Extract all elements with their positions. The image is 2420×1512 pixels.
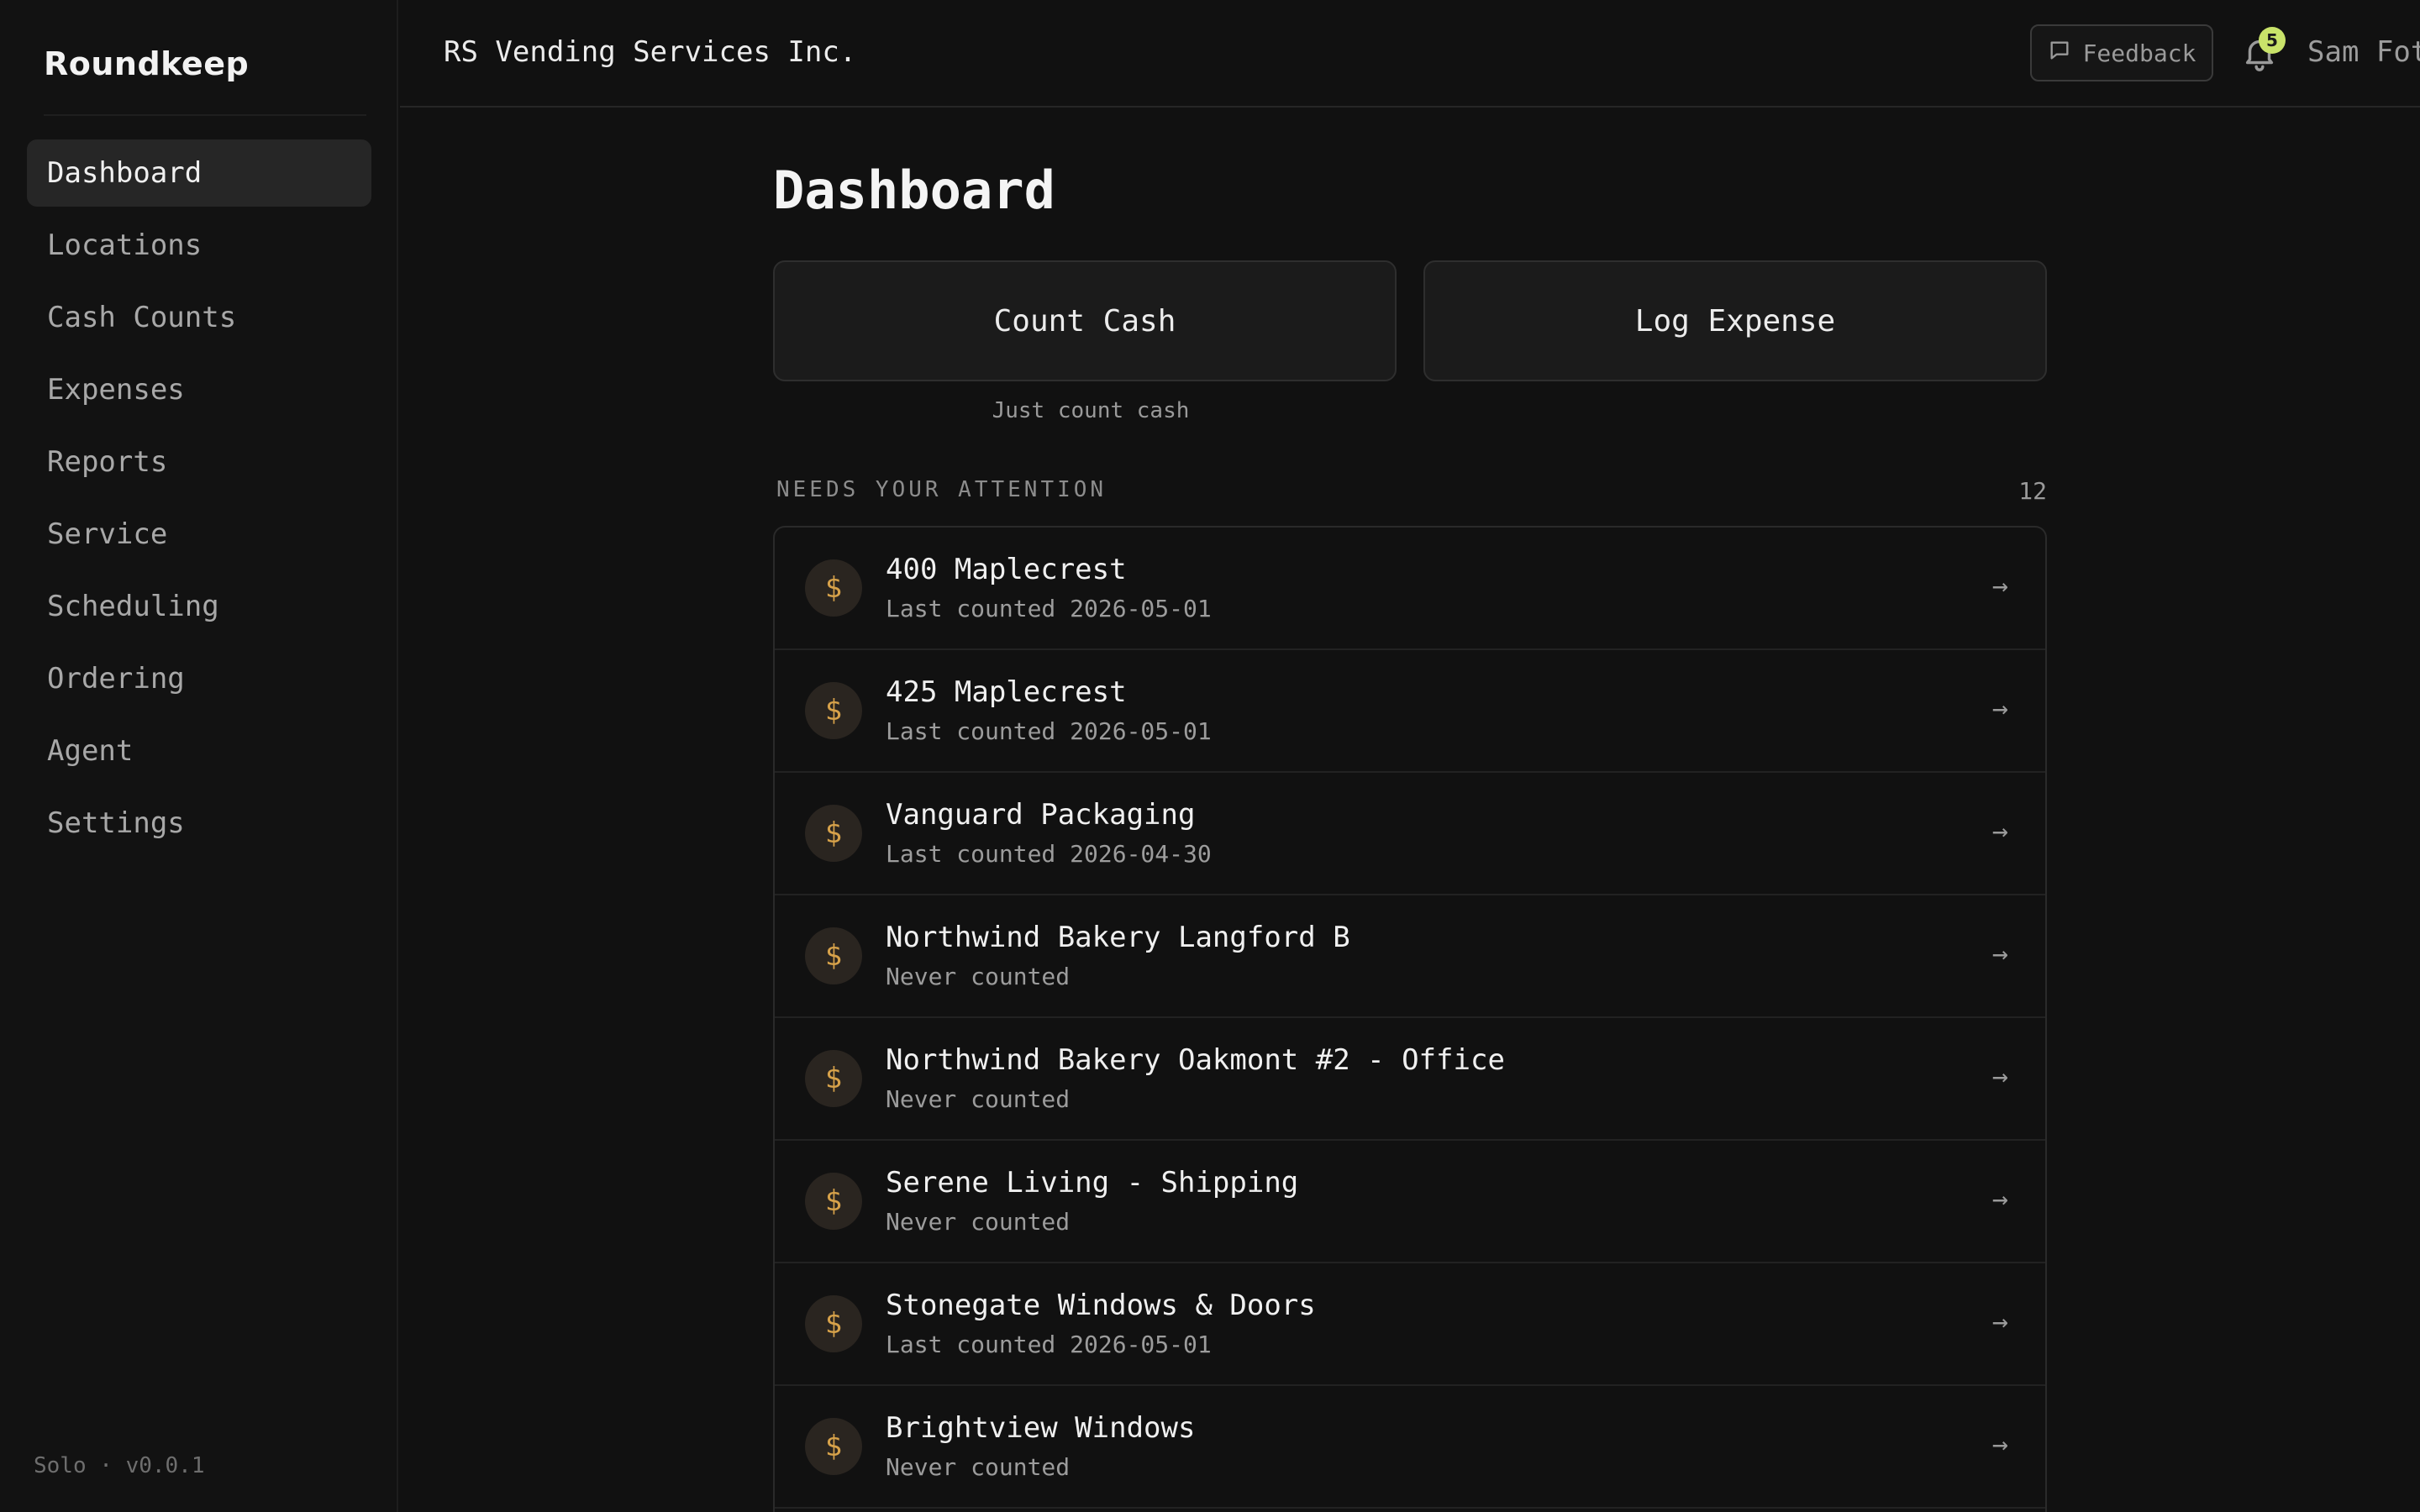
arrow-right-icon: → bbox=[1991, 1305, 2008, 1337]
sidebar-item-locations[interactable]: Locations bbox=[27, 212, 371, 279]
sidebar-item-agent[interactable]: Agent bbox=[27, 717, 371, 785]
list-item[interactable]: $ Stonegate Windows & Doors Last counted… bbox=[775, 1263, 2045, 1386]
notification-badge: 5 bbox=[2259, 27, 2286, 54]
sidebar-item-cash-counts[interactable]: Cash Counts bbox=[27, 284, 371, 351]
dollar-icon: $ bbox=[805, 927, 862, 984]
dollar-icon: $ bbox=[805, 1418, 862, 1475]
dollar-icon: $ bbox=[805, 1050, 862, 1107]
count-cash-button[interactable]: Count Cash bbox=[773, 260, 1397, 381]
dollar-icon: $ bbox=[805, 1295, 862, 1352]
list-item[interactable]: $ Northwind Bakery Langford B Never coun… bbox=[775, 895, 2045, 1018]
list-item[interactable]: $ 425 Maplecrest Last counted 2026-05-01… bbox=[775, 650, 2045, 773]
location-name: Serene Living - Shipping bbox=[886, 1166, 1299, 1200]
count-cash-hint: Just count cash bbox=[992, 398, 1190, 423]
location-name: Vanguard Packaging bbox=[886, 798, 1196, 832]
location-name: Stonegate Windows & Doors bbox=[886, 1289, 1316, 1322]
arrow-right-icon: → bbox=[1991, 1183, 2008, 1215]
arrow-right-icon: → bbox=[1991, 815, 2008, 847]
list-item[interactable]: $ Brightview Windows Never counted → bbox=[775, 1386, 2045, 1509]
attention-count: 12 bbox=[2018, 477, 2047, 505]
dollar-icon: $ bbox=[805, 1173, 862, 1230]
location-status: Last counted 2026-04-30 bbox=[886, 840, 1212, 868]
version-label: Solo · v0.0.1 bbox=[34, 1453, 205, 1478]
sidebar-item-reports[interactable]: Reports bbox=[27, 428, 371, 496]
feedback-button[interactable]: Feedback bbox=[2030, 24, 2213, 81]
sidebar-item-dashboard[interactable]: Dashboard bbox=[27, 139, 371, 207]
list-item[interactable]: $ Northwind Bakery Oakmont #2 - Office N… bbox=[775, 1018, 2045, 1141]
app-root: Roundkeep Dashboard Locations Cash Count… bbox=[0, 0, 2420, 1512]
arrow-right-icon: → bbox=[1991, 1428, 2008, 1460]
feedback-label: Feedback bbox=[2082, 39, 2196, 67]
sidebar-item-scheduling[interactable]: Scheduling bbox=[27, 573, 371, 640]
list-item[interactable]: $ Serene Living - Shipping Never counted… bbox=[775, 1141, 2045, 1263]
location-status: Never counted bbox=[886, 963, 1071, 990]
dollar-icon: $ bbox=[805, 682, 862, 739]
arrow-right-icon: → bbox=[1991, 570, 2008, 601]
brand-logo[interactable]: Roundkeep bbox=[44, 45, 249, 82]
dollar-icon: $ bbox=[805, 559, 862, 617]
location-status: Never counted bbox=[886, 1208, 1071, 1236]
message-icon bbox=[2048, 39, 2071, 68]
attention-section-label: NEEDS YOUR ATTENTION bbox=[776, 477, 1107, 502]
dollar-icon: $ bbox=[805, 805, 862, 862]
brand-divider bbox=[44, 114, 366, 116]
sidebar: Roundkeep Dashboard Locations Cash Count… bbox=[0, 0, 398, 1512]
location-status: Never counted bbox=[886, 1085, 1071, 1113]
arrow-right-icon: → bbox=[1991, 937, 2008, 969]
location-name: Brightview Windows bbox=[886, 1411, 1196, 1445]
location-status: Last counted 2026-05-01 bbox=[886, 595, 1212, 622]
top-header: RS Vending Services Inc. Feedback 5 Sam … bbox=[400, 0, 2420, 108]
list-item[interactable]: $ 400 Maplecrest Last counted 2026-05-01… bbox=[775, 528, 2045, 650]
location-name: 425 Maplecrest bbox=[886, 675, 1127, 709]
arrow-right-icon: → bbox=[1991, 1060, 2008, 1092]
sidebar-item-expenses[interactable]: Expenses bbox=[27, 356, 371, 423]
user-menu[interactable]: Sam Fot bbox=[2307, 35, 2420, 69]
page-title: Dashboard bbox=[773, 160, 1055, 221]
sidebar-item-ordering[interactable]: Ordering bbox=[27, 645, 371, 712]
arrow-right-icon: → bbox=[1991, 692, 2008, 724]
sidebar-item-settings[interactable]: Settings bbox=[27, 790, 371, 857]
sidebar-item-service[interactable]: Service bbox=[27, 501, 371, 568]
location-status: Last counted 2026-05-01 bbox=[886, 717, 1212, 745]
location-name: 400 Maplecrest bbox=[886, 553, 1127, 586]
location-status: Last counted 2026-05-01 bbox=[886, 1331, 1212, 1358]
list-item[interactable]: $ Vanguard Packaging Last counted 2026-0… bbox=[775, 773, 2045, 895]
location-status: Never counted bbox=[886, 1453, 1071, 1481]
sidebar-nav: Dashboard Locations Cash Counts Expenses… bbox=[27, 139, 371, 862]
location-name: Northwind Bakery Langford B bbox=[886, 921, 1350, 954]
organization-name: RS Vending Services Inc. bbox=[444, 35, 857, 69]
log-expense-button[interactable]: Log Expense bbox=[1423, 260, 2047, 381]
attention-list: $ 400 Maplecrest Last counted 2026-05-01… bbox=[773, 526, 2047, 1512]
location-name: Northwind Bakery Oakmont #2 - Office bbox=[886, 1043, 1505, 1077]
